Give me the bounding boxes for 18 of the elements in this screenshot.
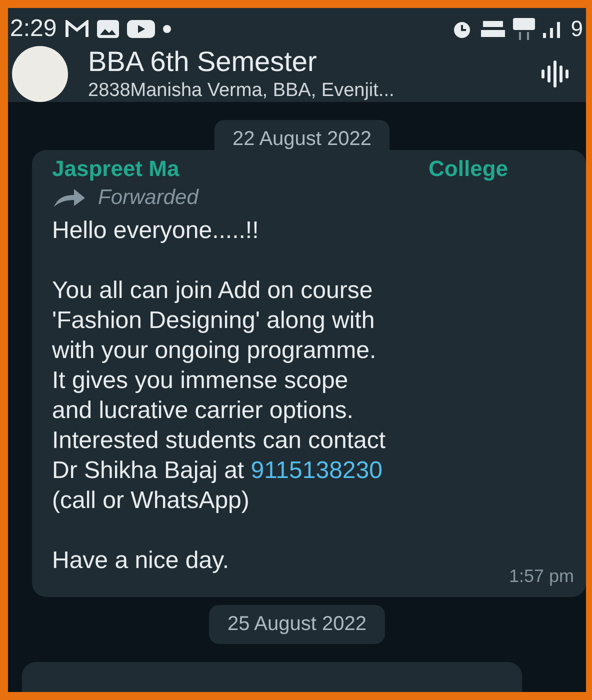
voice-chat-icon[interactable]	[540, 59, 570, 89]
dot-icon	[162, 25, 171, 33]
chat-members: 2838Manisha Verma, BBA, Evenjit...	[88, 80, 396, 102]
message-time: 1:57 pm	[508, 566, 574, 587]
signal-icon	[542, 20, 563, 38]
play-icon	[126, 20, 155, 38]
message-text: You all can join Add on course 'Fashion Designing' along with with your ongoing programme. It gives you immense scope and lucrative carrier options. Interested students can contact Dr Shikha Bajaj at 9115138230 (call or WhatsApp)	[52, 276, 387, 516]
status-time: 2:29	[10, 15, 57, 43]
mail-icon	[64, 20, 89, 38]
battery-level: 9	[570, 16, 583, 42]
sender-name: Jaspreet Ma	[52, 156, 180, 182]
phone-link[interactable]: 9115138230	[250, 457, 382, 484]
forwarded-label: Forwarded	[98, 186, 198, 210]
chat-title[interactable]: BBA 6th Semester	[88, 46, 520, 78]
date-chip: 25 August 2022	[209, 605, 384, 644]
sender-name: College	[428, 156, 508, 182]
image-icon	[96, 20, 119, 38]
message-text: Hello everyone.....!!	[52, 216, 260, 246]
